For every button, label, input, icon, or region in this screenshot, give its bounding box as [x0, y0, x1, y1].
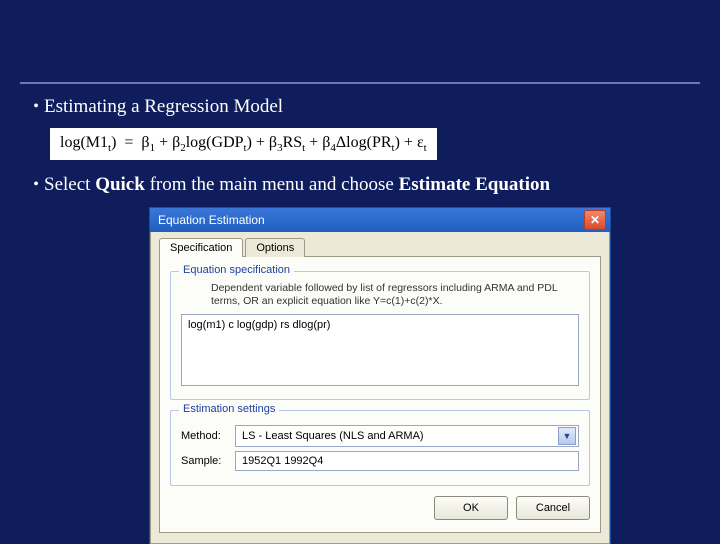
equation-image: log(M1t) = β1 + β2log(GDPt) + β3RSt + β4… [50, 128, 437, 160]
method-label: Method: [181, 430, 229, 442]
window-title: Equation Estimation [158, 213, 584, 227]
spec-help-text: Dependent variable followed by list of r… [181, 282, 579, 308]
group-equation-specification: Equation specification Dependent variabl… [170, 271, 590, 400]
cancel-button[interactable]: Cancel [516, 496, 590, 520]
group-legend: Equation specification [179, 264, 294, 276]
group-estimation-settings: Estimation settings Method: LS - Least S… [170, 410, 590, 486]
method-select[interactable]: LS - Least Squares (NLS and ARMA) ▼ [235, 425, 579, 447]
ok-button[interactable]: OK [434, 496, 508, 520]
bullet-item: • Select Quick from the main menu and ch… [0, 168, 720, 202]
bullet-text: Estimating a Regression Model [44, 96, 283, 118]
tab-options[interactable]: Options [245, 238, 305, 257]
header-divider [20, 82, 700, 84]
equation-spec-input[interactable] [181, 314, 579, 386]
bullet-item: • Estimating a Regression Model [0, 90, 720, 124]
tab-specification[interactable]: Specification [159, 238, 243, 257]
sample-label: Sample: [181, 455, 229, 467]
bullet-text: Select Quick from the main menu and choo… [44, 174, 550, 196]
equation-estimation-dialog: Equation Estimation ✕ Specification Opti… [150, 208, 610, 544]
group-legend: Estimation settings [179, 403, 279, 415]
sample-input[interactable] [235, 451, 579, 471]
chevron-down-icon[interactable]: ▼ [558, 427, 576, 445]
bullet-dot-icon: • [28, 174, 44, 196]
titlebar[interactable]: Equation Estimation ✕ [150, 208, 610, 232]
close-icon[interactable]: ✕ [584, 210, 606, 230]
bullet-dot-icon: • [28, 96, 44, 118]
method-value: LS - Least Squares (NLS and ARMA) [242, 430, 558, 442]
